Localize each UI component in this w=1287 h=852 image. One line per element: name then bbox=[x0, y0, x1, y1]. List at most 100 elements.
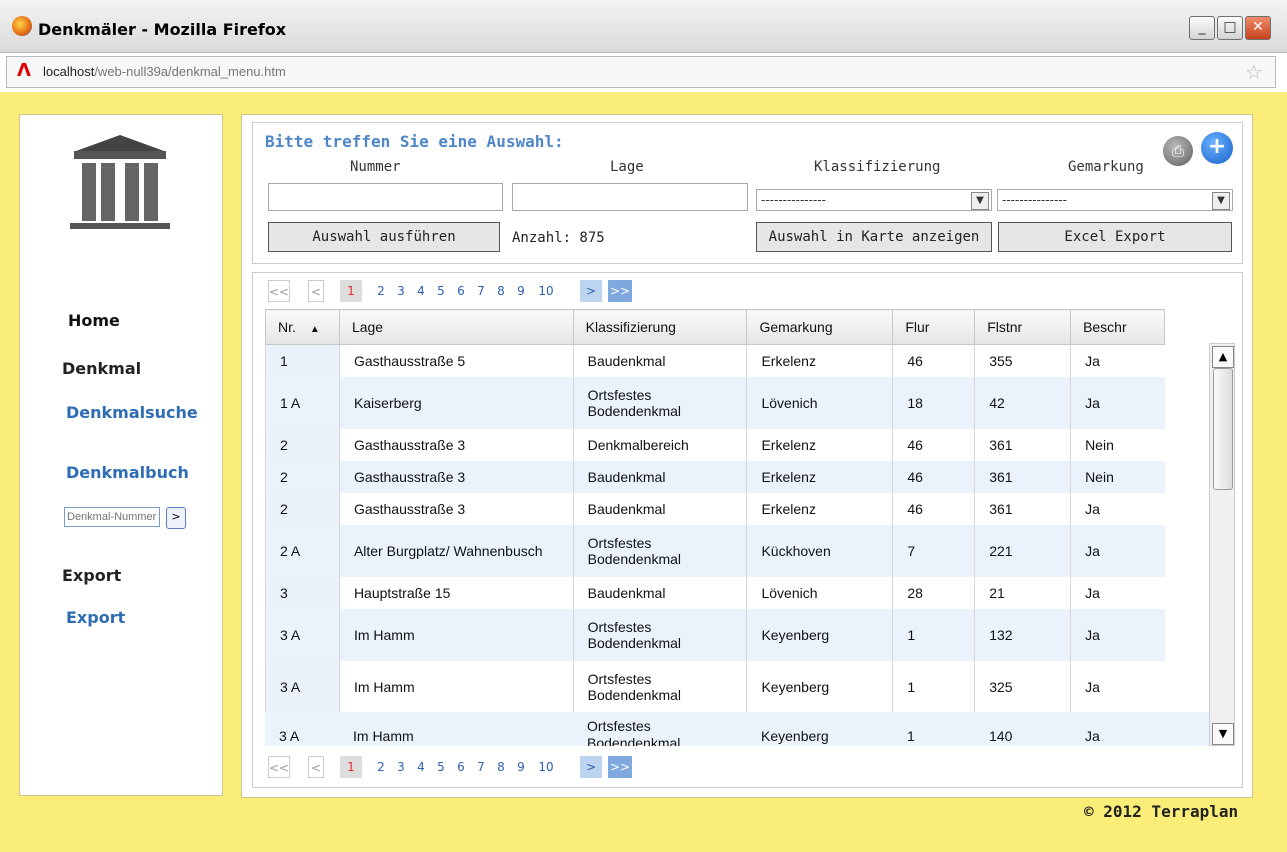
cell-flur: 28 bbox=[892, 576, 975, 609]
column-header-flstnr[interactable]: Flstnr bbox=[974, 309, 1072, 345]
pager-first-button[interactable]: << bbox=[268, 756, 290, 778]
table-row[interactable]: 2 A Alter Burgplatz/ Wahnenbusch Ortsfes… bbox=[265, 524, 1165, 577]
address-bar[interactable]: Λ localhost/web-null39a/denkmal_menu.htm… bbox=[6, 56, 1276, 88]
pager-last-button[interactable]: >> bbox=[608, 756, 632, 778]
cell-beschr: Ja bbox=[1070, 344, 1165, 377]
denkmal-nr-go-button[interactable]: > bbox=[166, 507, 186, 529]
cell-flur: 1 bbox=[892, 608, 975, 661]
copyright-text: © 2012 Terraplan bbox=[1084, 802, 1239, 821]
minimize-button[interactable]: _ bbox=[1189, 16, 1215, 40]
cell-klassifizierung: Ortsfestes Bodendenkmal bbox=[572, 524, 747, 577]
maximize-button[interactable]: □ bbox=[1217, 16, 1243, 40]
table-scrollbar[interactable]: ▲ ▼ bbox=[1209, 343, 1235, 746]
column-header-lage[interactable]: Lage bbox=[338, 309, 574, 345]
cell-lage: Gasthausstraße 3 bbox=[338, 492, 574, 525]
cell-klassifizierung: Baudenkmal bbox=[572, 460, 747, 493]
scroll-thumb[interactable] bbox=[1213, 368, 1233, 490]
pager-page-10[interactable]: 10 bbox=[534, 280, 558, 302]
pager-page-7[interactable]: 7 bbox=[474, 280, 488, 302]
pager-page-6[interactable]: 6 bbox=[454, 280, 468, 302]
scroll-up-arrow-icon[interactable]: ▲ bbox=[1212, 346, 1234, 368]
print-icon[interactable]: ⎙ bbox=[1163, 136, 1193, 166]
label-nummer: Nummer bbox=[350, 159, 401, 175]
table-row[interactable]: 2 Gasthausstraße 3 Baudenkmal Erkelenz 4… bbox=[265, 460, 1165, 493]
excel-export-button[interactable]: Excel Export bbox=[998, 222, 1232, 252]
cell-flstnr: 355 bbox=[974, 344, 1071, 377]
pager-page-7[interactable]: 7 bbox=[474, 756, 488, 778]
lage-input[interactable] bbox=[512, 183, 748, 211]
cell-beschr: Ja bbox=[1070, 576, 1165, 609]
denkmal-nr-input[interactable] bbox=[64, 507, 160, 527]
add-icon[interactable]: + bbox=[1201, 132, 1233, 164]
sidebar-item-denkmalsuche[interactable]: Denkmalsuche bbox=[66, 403, 198, 422]
pager-prev-button[interactable]: < bbox=[308, 756, 324, 778]
pager-page-4[interactable]: 4 bbox=[414, 756, 428, 778]
column-header-nr[interactable]: Nr. ▲ bbox=[265, 309, 340, 345]
cell-klassifizierung: Ortsfestes Bodendenkmal bbox=[572, 608, 747, 661]
pager-page-3[interactable]: 3 bbox=[394, 280, 408, 302]
run-selection-button[interactable]: Auswahl ausführen bbox=[268, 222, 500, 252]
pager-page-10[interactable]: 10 bbox=[534, 756, 558, 778]
column-header-beschr[interactable]: Beschr bbox=[1070, 309, 1165, 345]
table-row[interactable]: 1 Gasthausstraße 5 Baudenkmal Erkelenz 4… bbox=[265, 344, 1165, 377]
table-row[interactable]: 3 A Im Hamm Ortsfestes Bodendenkmal Keye… bbox=[265, 660, 1165, 713]
pager-page-8[interactable]: 8 bbox=[494, 756, 508, 778]
pager-next-button[interactable]: > bbox=[580, 756, 602, 778]
column-header-klassifizierung[interactable]: Klassifizierung bbox=[572, 309, 748, 345]
table-row-partial[interactable]: 3 A Im Hamm Ortsfestes Bodendenkmal Keye… bbox=[265, 712, 1209, 746]
pager-page-6[interactable]: 6 bbox=[454, 756, 468, 778]
pager-page-4[interactable]: 4 bbox=[414, 280, 428, 302]
pager-page-9[interactable]: 9 bbox=[514, 756, 528, 778]
cell-klassifizierung: Denkmalbereich bbox=[572, 428, 747, 461]
pager-page-2[interactable]: 2 bbox=[374, 280, 388, 302]
table-row[interactable]: 2 Gasthausstraße 3 Baudenkmal Erkelenz 4… bbox=[265, 492, 1165, 525]
close-button[interactable]: ✕ bbox=[1245, 16, 1271, 40]
sidebar-heading-export: Export bbox=[62, 566, 122, 585]
klassifizierung-select[interactable]: --------------- ▼ bbox=[756, 189, 992, 211]
sidebar-item-export[interactable]: Export bbox=[66, 608, 125, 627]
sidebar: Home Denkmal Denkmalsuche Denkmalbuch > … bbox=[19, 114, 223, 796]
cell-gemarkung: Erkelenz bbox=[746, 428, 893, 461]
cell-klassifizierung: Ortsfestes Bodendenkmal bbox=[572, 376, 747, 429]
pager-prev-button[interactable]: < bbox=[308, 280, 324, 302]
pager-page-5[interactable]: 5 bbox=[434, 756, 448, 778]
pager-page-2[interactable]: 2 bbox=[374, 756, 388, 778]
sidebar-item-denkmalbuch[interactable]: Denkmalbuch bbox=[66, 463, 189, 482]
pager-page-3[interactable]: 3 bbox=[394, 756, 408, 778]
cell-beschr: Nein bbox=[1070, 428, 1165, 461]
table-row[interactable]: 2 Gasthausstraße 3 Denkmalbereich Erkele… bbox=[265, 428, 1165, 461]
cell-gemarkung: Keyenberg bbox=[746, 608, 893, 661]
cell-flur: 18 bbox=[892, 376, 975, 429]
pager-first-button[interactable]: << bbox=[268, 280, 290, 302]
pager-page-8[interactable]: 8 bbox=[494, 280, 508, 302]
table-row[interactable]: 1 A Kaiserberg Ortsfestes Bodendenkmal L… bbox=[265, 376, 1165, 429]
cell-lage: Hauptstraße 15 bbox=[338, 576, 574, 609]
cell-beschr: Nein bbox=[1070, 460, 1165, 493]
cell-flur: 46 bbox=[892, 460, 975, 493]
show-on-map-button[interactable]: Auswahl in Karte anzeigen bbox=[756, 222, 992, 252]
bookmark-star-icon[interactable]: ☆ bbox=[1245, 60, 1263, 84]
table-row[interactable]: 3 Hauptstraße 15 Baudenkmal Lövenich 28 … bbox=[265, 576, 1165, 609]
pager-page-1[interactable]: 1 bbox=[340, 756, 362, 778]
pager-next-button[interactable]: > bbox=[580, 280, 602, 302]
pager-page-9[interactable]: 9 bbox=[514, 280, 528, 302]
gemarkung-select[interactable]: --------------- ▼ bbox=[997, 189, 1233, 211]
column-header-gemarkung[interactable]: Gemarkung bbox=[746, 309, 894, 345]
label-lage: Lage bbox=[610, 159, 644, 175]
cell-beschr: Ja bbox=[1070, 376, 1165, 429]
table-row[interactable]: 3 A Im Hamm Ortsfestes Bodendenkmal Keye… bbox=[265, 608, 1165, 661]
cell-flur: 46 bbox=[892, 428, 975, 461]
nummer-input[interactable] bbox=[268, 183, 503, 211]
cell-lage: Im Hamm bbox=[338, 608, 574, 661]
pager-page-5[interactable]: 5 bbox=[434, 280, 448, 302]
pager-page-1[interactable]: 1 bbox=[340, 280, 362, 302]
sidebar-item-home[interactable]: Home bbox=[68, 311, 120, 330]
cell-gemarkung: Lövenich bbox=[746, 576, 893, 609]
scroll-down-arrow-icon[interactable]: ▼ bbox=[1212, 723, 1234, 745]
cell-beschr: Ja bbox=[1070, 524, 1165, 577]
klassifizierung-select-value: --------------- bbox=[761, 193, 826, 207]
cell-gemarkung: Erkelenz bbox=[746, 460, 893, 493]
chevron-down-icon: ▼ bbox=[1212, 192, 1230, 210]
pager-last-button[interactable]: >> bbox=[608, 280, 632, 302]
column-header-flur[interactable]: Flur bbox=[892, 309, 976, 345]
